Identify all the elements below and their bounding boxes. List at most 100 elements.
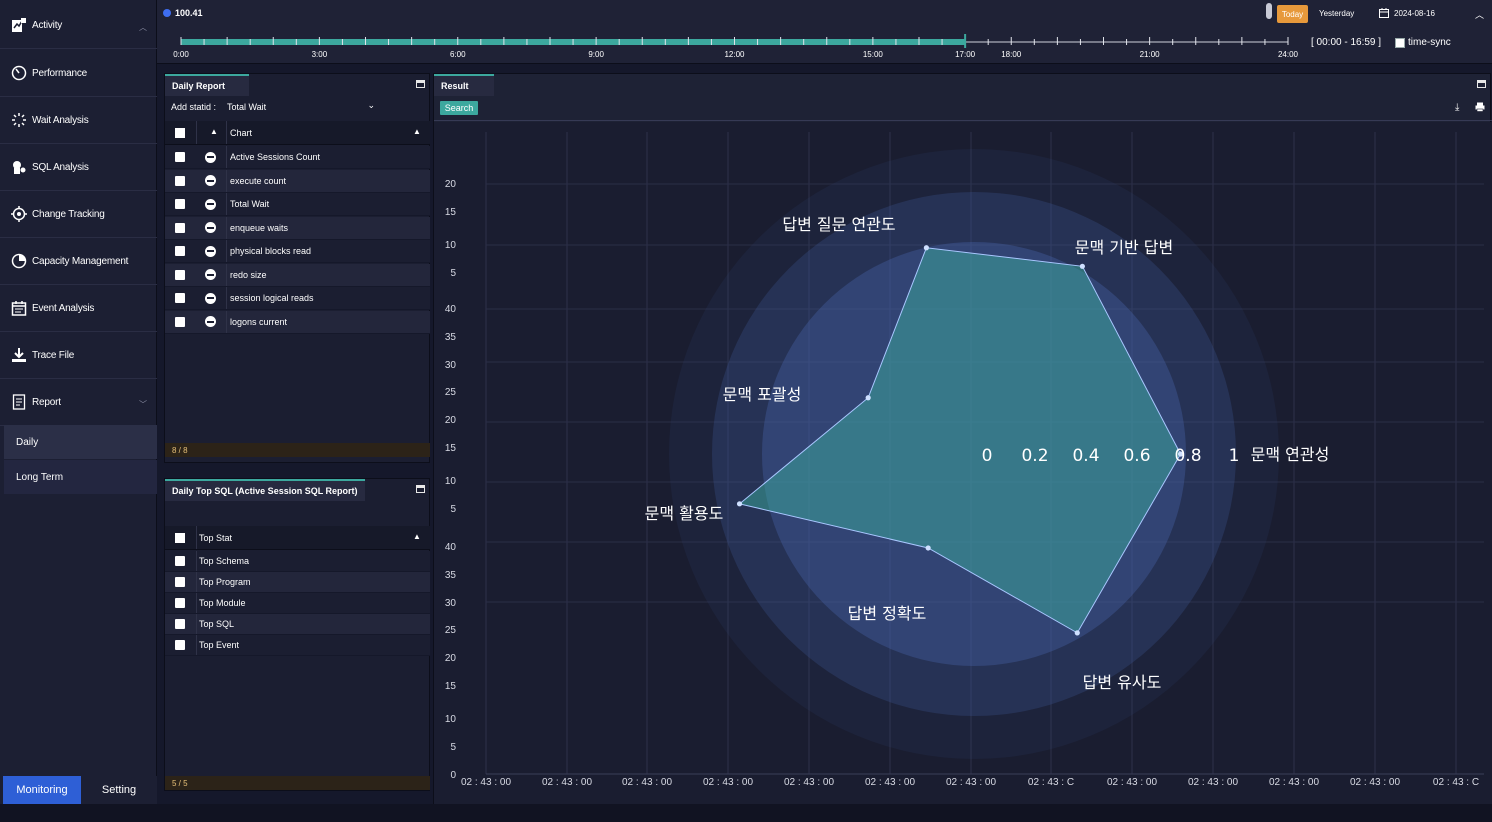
sidebar-item-performance[interactable]: Performance [0, 50, 157, 97]
timeline[interactable]: 0:00 3:00 6:00 9:00 12:00 15:00 17:00 18:00 21:0… [157, 28, 1317, 62]
remove-icon[interactable] [205, 245, 216, 257]
add-statid-label: Add statid : [171, 102, 217, 112]
remove-icon[interactable] [205, 175, 216, 186]
sidebar-subitem-long-term[interactable]: Long Term [4, 460, 157, 494]
sort-up-icon[interactable]: ▲ [413, 127, 421, 136]
table-row[interactable]: Active Sessions Count [165, 146, 430, 169]
status-dot-icon [163, 9, 171, 17]
search-button[interactable]: Search [440, 101, 478, 115]
row-checkbox[interactable] [175, 152, 185, 162]
sidebar-item-activity[interactable]: Activity ︿ [0, 2, 157, 49]
table-row[interactable]: execute count [165, 169, 430, 193]
y-tick-label: 20 [445, 179, 457, 190]
setting-tab[interactable]: Setting [81, 776, 157, 804]
radar-point[interactable] [925, 545, 931, 551]
y-tick-label: 10 [445, 240, 457, 251]
y-tick-label: 15 [445, 681, 457, 692]
y-tick-label: 5 [450, 268, 456, 279]
timeline-label: 21:00 [1140, 50, 1161, 59]
timeline-label: 17:00 [955, 50, 976, 59]
remove-icon[interactable] [205, 198, 216, 210]
select-all-checkbox[interactable] [175, 127, 185, 138]
yesterday-button[interactable]: Yesterday [1319, 9, 1354, 18]
sidebar-item-event-analysis[interactable]: Event Analysis [0, 285, 157, 332]
slider-handle[interactable] [1266, 3, 1272, 19]
row-checkbox[interactable] [175, 598, 185, 608]
monitoring-tab[interactable]: Monitoring [3, 776, 81, 804]
sidebar-item-report[interactable]: Report ﹀ [0, 379, 157, 426]
y-tick-label: 10 [445, 714, 457, 725]
chevron-up-icon[interactable]: ︿ [139, 22, 147, 33]
remove-icon[interactable] [205, 269, 216, 280]
sort-up-icon[interactable]: ▲ [413, 532, 421, 541]
row-checkbox[interactable] [175, 269, 185, 280]
sidebar-item-wait-analysis[interactable]: Wait Analysis [0, 97, 157, 144]
time-sync-checkbox[interactable]: time-sync [1395, 37, 1451, 48]
remove-icon[interactable] [205, 222, 216, 233]
calendar-icon [1379, 8, 1389, 18]
print-icon[interactable] [1475, 102, 1485, 115]
table-row[interactable]: Top Event [165, 635, 430, 656]
row-checkbox[interactable] [175, 619, 185, 629]
sidebar-item-trace-file[interactable]: Trace File [0, 332, 157, 379]
row-label: enqueue waits [230, 222, 289, 233]
today-button[interactable]: Today [1277, 5, 1308, 23]
radar-point[interactable] [1074, 630, 1080, 636]
tab-top-sql[interactable]: Daily Top SQL (Active Session SQL Report… [165, 479, 365, 501]
radar-point[interactable] [736, 501, 743, 507]
sidebar-subitem-daily[interactable]: Daily [4, 425, 157, 459]
x-tick-label: 02 : 43 : 00 [946, 777, 996, 788]
sidebar-item-change-tracking[interactable]: Change Tracking [0, 191, 157, 238]
row-checkbox[interactable] [175, 640, 185, 650]
table-row[interactable]: redo size [165, 263, 430, 287]
add-statid-select[interactable]: Total Wait ⌄ [227, 100, 375, 112]
table-row[interactable]: session logical reads [165, 287, 430, 310]
row-checkbox[interactable] [175, 556, 185, 566]
tab-daily-report[interactable]: Daily Report [165, 74, 249, 96]
row-checkbox[interactable] [175, 246, 185, 256]
radar-axis-label: 문맥 기반 답변 [1075, 238, 1174, 257]
table-row[interactable]: Total Wait [165, 193, 430, 216]
remove-icon[interactable] [205, 292, 216, 304]
row-checkbox[interactable] [175, 316, 185, 327]
remove-icon[interactable] [205, 316, 216, 327]
row-checkbox[interactable] [175, 293, 185, 303]
row-checkbox[interactable] [175, 199, 185, 209]
timeline-label: 18:00 [1001, 50, 1022, 59]
maximize-icon[interactable] [1477, 80, 1486, 88]
table-row[interactable]: Top Program [165, 572, 430, 593]
maximize-icon[interactable] [416, 485, 425, 493]
table-row[interactable]: Top SQL [165, 614, 430, 635]
sidebar-item-sql-analysis[interactable]: SQL Analysis [0, 144, 157, 191]
table-row[interactable]: logons current [165, 310, 430, 334]
collapse-icon[interactable]: ︿ [1475, 8, 1484, 21]
maximize-icon[interactable] [416, 80, 425, 88]
db-instance[interactable]: 100.41 [163, 8, 203, 18]
select-all-checkbox[interactable] [175, 532, 185, 543]
row-checkbox[interactable] [175, 175, 185, 186]
table-row[interactable]: Top Module [165, 593, 430, 614]
table-row[interactable]: Top Schema [165, 551, 430, 572]
daily-report-panel: Daily Report Add statid : Total Wait ⌄ ▲… [164, 73, 430, 463]
date-picker[interactable]: 2024-08-16 [1379, 8, 1435, 18]
radar-point[interactable] [865, 395, 871, 401]
table-row[interactable]: enqueue waits [165, 216, 430, 240]
row-counter: 5 / 5 [165, 776, 430, 790]
table-row[interactable]: physical blocks read [165, 240, 430, 263]
y-tick-label: 25 [445, 387, 457, 398]
timeline-label: 9:00 [588, 50, 604, 59]
x-tick-label: 02 : 43 : 00 [461, 777, 511, 788]
sidebar-item-capacity-management[interactable]: Capacity Management [0, 238, 157, 285]
remove-icon[interactable] [205, 151, 216, 163]
download-icon[interactable]: ⤓ [1455, 102, 1459, 113]
radar-point[interactable] [1079, 263, 1085, 269]
radar-point[interactable] [923, 245, 929, 251]
sort-up-icon[interactable]: ▲ [210, 127, 218, 136]
row-label: Top SQL [199, 619, 235, 629]
x-tick-label: 02 : 43 : 00 [703, 777, 753, 788]
tab-result[interactable]: Result [434, 74, 494, 96]
row-checkbox[interactable] [175, 577, 185, 587]
y-tick-label: 15 [445, 443, 457, 454]
chevron-down-icon[interactable]: ﹀ [139, 399, 147, 410]
row-checkbox[interactable] [175, 222, 185, 233]
